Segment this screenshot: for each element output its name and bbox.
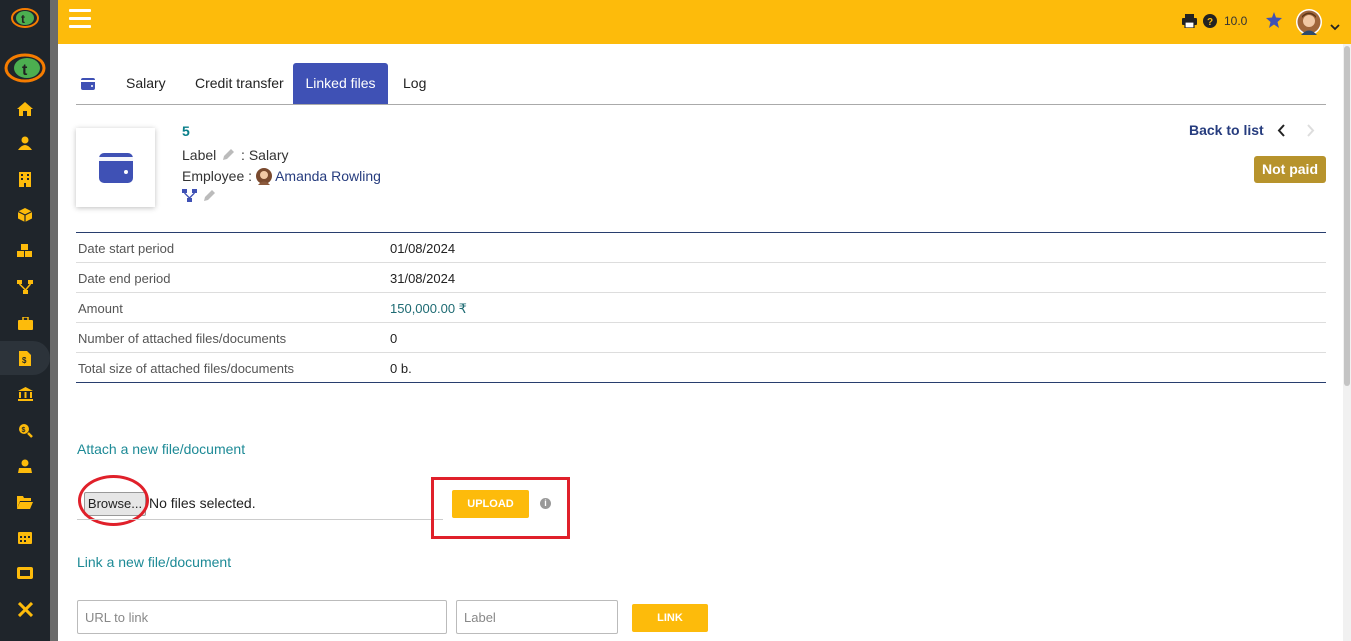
employee-link[interactable]: Amanda Rowling	[275, 168, 381, 184]
label-line: Label : Salary	[182, 147, 289, 164]
invoice-file-icon[interactable]: $	[0, 341, 50, 375]
svg-text:?: ?	[1207, 17, 1213, 28]
tab-card-icon[interactable]	[81, 63, 95, 104]
salary-card-picture	[76, 128, 155, 207]
edit-label-pencil-icon[interactable]	[222, 148, 235, 164]
url-to-link-input[interactable]	[77, 600, 447, 634]
bookmark-star-icon[interactable]	[1266, 12, 1282, 31]
user-group-icon[interactable]	[0, 449, 50, 483]
calendar-icon[interactable]	[0, 520, 50, 554]
field-label: Date end period	[78, 271, 171, 286]
briefcase-icon[interactable]	[0, 306, 50, 340]
record-tabs: Salary Credit transfer Linked files Log	[76, 63, 1326, 105]
link-label-input[interactable]	[456, 600, 618, 634]
top-bar	[58, 0, 1351, 44]
link-section-title: Link a new file/document	[77, 554, 232, 570]
table-row: Number of attached files/documents 0	[76, 323, 1326, 353]
home-icon[interactable]	[0, 92, 50, 126]
back-to-list-link[interactable]: Back to list	[1189, 122, 1264, 138]
link-button[interactable]: LINK	[632, 604, 708, 632]
field-value: 0	[390, 331, 398, 346]
tab-log[interactable]: Log	[403, 63, 426, 104]
chevron-down-icon[interactable]	[1330, 18, 1340, 34]
project-tree-small-icon[interactable]	[182, 189, 197, 205]
record-ref: 5	[182, 123, 190, 139]
user-avatar[interactable]	[1296, 9, 1322, 38]
field-label: Number of attached files/documents	[78, 331, 287, 346]
next-record-chevron-icon[interactable]	[1306, 124, 1315, 140]
project-tree-icon[interactable]	[0, 270, 50, 304]
svg-text:t: t	[21, 12, 25, 26]
amount-value: 150,000.00 ₹	[390, 301, 467, 316]
building-icon[interactable]	[0, 162, 50, 196]
cubes-icon[interactable]	[0, 234, 50, 268]
svg-text:t: t	[22, 62, 28, 79]
field-value: 31/08/2024	[390, 271, 456, 286]
print-icon[interactable]	[1182, 14, 1197, 31]
field-label: Total size of attached files/documents	[78, 361, 295, 376]
user-icon[interactable]	[0, 126, 50, 160]
table-row: Date end period 31/08/2024	[76, 263, 1326, 293]
field-value: 0 b.	[390, 361, 412, 376]
svg-text:$: $	[22, 356, 27, 365]
upload-highlight-box	[431, 477, 570, 539]
no-files-text: No files selected.	[149, 495, 256, 511]
sidebar-divider	[50, 0, 58, 641]
search-money-icon[interactable]: $	[0, 413, 50, 447]
salary-fields-table: Date start period 01/08/2024 Date end per…	[76, 232, 1326, 383]
bank-icon[interactable]	[0, 377, 50, 411]
previous-record-chevron-icon[interactable]	[1277, 124, 1286, 140]
tab-credit-transfer[interactable]: Credit transfer	[195, 63, 284, 104]
status-badge: Not paid	[1254, 156, 1326, 183]
ticket-icon[interactable]	[0, 556, 50, 590]
tab-salary[interactable]: Salary	[126, 63, 166, 104]
app-logo-large[interactable]: t	[0, 52, 50, 87]
edit-project-pencil-icon[interactable]	[203, 189, 216, 205]
tab-linked-files[interactable]: Linked files	[293, 63, 388, 104]
scrollbar-thumb[interactable]	[1344, 46, 1350, 386]
version-label: 10.0	[1224, 14, 1248, 28]
employee-caption: Employee :	[182, 168, 253, 185]
field-label: Date start period	[78, 241, 175, 256]
employee-line: Employee : Amanda Rowling	[182, 167, 381, 188]
table-row: Total size of attached files/documents 0 …	[76, 353, 1326, 382]
app-logo-small[interactable]: t	[0, 6, 50, 33]
left-sidebar: t t $ $	[0, 0, 50, 641]
label-value: : Salary	[241, 147, 289, 163]
label-caption: Label	[182, 147, 217, 163]
field-label: Amount	[78, 301, 123, 316]
employee-avatar	[255, 167, 272, 188]
file-input-underline	[77, 519, 443, 520]
attach-section-title: Attach a new file/document	[77, 441, 246, 457]
wallet-icon	[98, 152, 133, 183]
table-row: Amount 150,000.00 ₹	[76, 293, 1326, 323]
help-icon[interactable]: ?	[1203, 14, 1217, 31]
table-row: Date start period 01/08/2024	[76, 233, 1326, 263]
page-scrollbar[interactable]	[1343, 44, 1351, 641]
field-value: 01/08/2024	[390, 241, 456, 256]
tools-icon[interactable]	[0, 592, 50, 626]
folder-open-icon[interactable]	[0, 485, 50, 519]
svg-text:$: $	[21, 427, 25, 434]
hamburger-menu-icon[interactable]	[69, 9, 91, 29]
product-box-icon[interactable]	[0, 198, 50, 232]
